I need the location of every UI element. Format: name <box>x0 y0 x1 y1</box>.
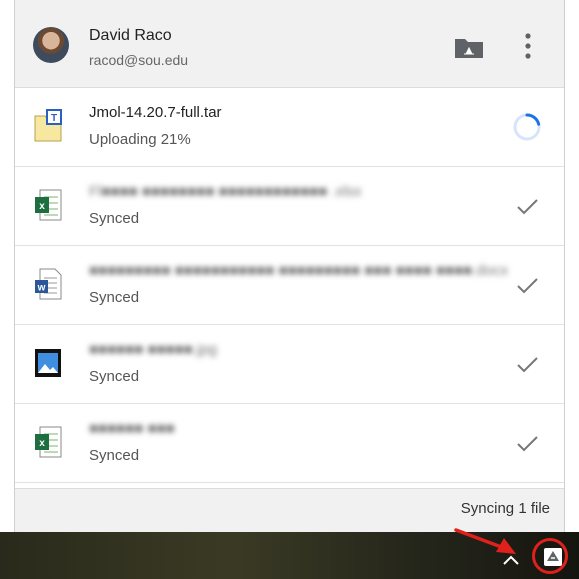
drive-sync-panel: David Raco racod@sou.edu T Jmol-14.20.7-… <box>14 0 565 532</box>
file-status: Synced <box>89 210 140 227</box>
file-status: Uploading 21% <box>89 131 191 148</box>
file-row[interactable]: w ■■■■■■■■■ ■■■■■■■■■■■ ■■■■■■■■■ ■■■ ■■… <box>15 246 564 325</box>
checkmark-icon <box>517 357 538 373</box>
drive-folder-icon[interactable] <box>453 34 485 60</box>
file-status: Synced <box>89 289 140 306</box>
file-row[interactable]: x ■■■■■■ ■■■ Synced <box>15 404 564 483</box>
svg-text:x: x <box>39 438 45 449</box>
file-row[interactable]: ■■■■■■ ■■■■■.jpg Synced <box>15 325 564 404</box>
file-name: ■■■■■■ ■■■ <box>89 420 175 437</box>
checkmark-icon <box>517 436 538 452</box>
account-header: David Raco racod@sou.edu <box>15 0 564 88</box>
excel-file-icon: x <box>35 189 62 221</box>
excel-file-icon: x <box>35 426 62 458</box>
file-row[interactable]: x Fl■■■■ ■■■■■■■■ ■■■■■■■■■■■■ .xlsx Syn… <box>15 167 564 246</box>
svg-text:w: w <box>37 283 46 294</box>
svg-text:T: T <box>51 113 57 124</box>
file-name: Fl■■■■ ■■■■■■■■ ■■■■■■■■■■■■ .xlsx <box>89 183 362 200</box>
account-email: racod@sou.edu <box>89 52 189 68</box>
image-file-icon <box>35 349 61 377</box>
checkmark-icon <box>517 199 538 215</box>
file-name: Jmol-14.20.7-full.tar <box>89 104 222 121</box>
svg-text:x: x <box>39 201 45 212</box>
word-file-icon: w <box>35 268 62 300</box>
upload-progress-icon <box>513 113 541 141</box>
file-name: ■■■■■■■■■ ■■■■■■■■■■■ ■■■■■■■■■ ■■■ ■■■■… <box>89 262 509 279</box>
file-row[interactable]: T Jmol-14.20.7-full.tar Uploading 21% <box>15 88 564 167</box>
file-status: Synced <box>89 447 140 464</box>
archive-file-icon: T <box>34 109 62 142</box>
google-drive-tray-icon[interactable] <box>543 547 563 567</box>
avatar <box>33 27 69 63</box>
annotation-arrow <box>454 528 516 554</box>
account-name: David Raco <box>89 27 172 44</box>
checkmark-icon <box>517 278 538 294</box>
more-vert-icon[interactable] <box>515 28 541 64</box>
sync-status-text: Syncing 1 file <box>460 500 550 517</box>
file-name: ■■■■■■ ■■■■■.jpg <box>89 341 218 358</box>
file-status: Synced <box>89 368 140 385</box>
